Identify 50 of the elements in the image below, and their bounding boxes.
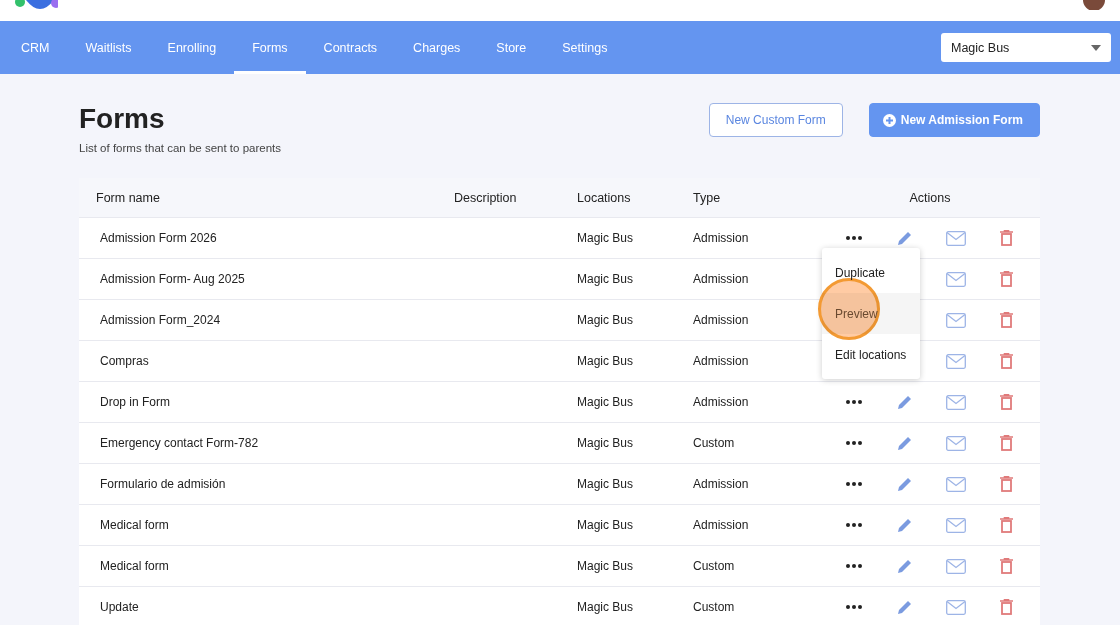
table-cell: Admission — [693, 231, 749, 245]
table-cell: Admission — [693, 395, 749, 409]
nav-tab[interactable]: Waitlists — [67, 21, 150, 74]
table-cell: Admission — [693, 313, 749, 327]
table-cell: Magic Bus — [577, 518, 634, 532]
table-cell: Admission Form 2026 — [100, 231, 217, 245]
column-header: Locations — [577, 190, 632, 205]
nav-tab[interactable]: Charges — [395, 21, 479, 74]
nav-tab[interactable]: Contracts — [305, 21, 396, 74]
table-cell: Magic Bus — [577, 559, 634, 573]
menu-item[interactable]: Edit locations — [822, 334, 920, 375]
nav-tab[interactable]: Settings — [544, 21, 626, 74]
table-cell: Compras — [100, 354, 149, 368]
nav-tab[interactable]: Enrolling — [149, 21, 235, 74]
menu-item[interactable]: Duplicate — [822, 252, 920, 293]
new-admission-form-button[interactable]: New Admission Form — [868, 103, 1040, 137]
table-cell: Medical form — [100, 559, 169, 573]
nav-tab[interactable]: CRM — [3, 21, 68, 74]
table-cell: Custom — [693, 600, 735, 614]
nav-tab[interactable]: Forms — [234, 21, 306, 74]
page-title: Forms — [79, 102, 166, 136]
table-cell: Admission — [693, 272, 749, 286]
table-cell: Magic Bus — [577, 395, 634, 409]
table-cell: Magic Bus — [577, 313, 634, 327]
table-cell: Admission Form_2024 — [100, 313, 221, 327]
table-cell: Admission — [693, 477, 749, 491]
table-cell: Formulario de admisión — [100, 477, 226, 491]
table-cell: Admission — [693, 518, 749, 532]
table-cell: Drop in Form — [100, 395, 170, 409]
column-header: Form name — [95, 190, 161, 205]
table-cell: Magic Bus — [577, 272, 634, 286]
table-cell: Admission — [693, 354, 749, 368]
column-header: Type — [693, 190, 722, 205]
table-cell: Magic Bus — [577, 231, 634, 245]
table-cell: Magic Bus — [577, 477, 634, 491]
page-subtitle: List of forms that can be sent to parents — [79, 142, 281, 154]
location-select[interactable]: Magic Bus — [941, 33, 1111, 62]
table-cell: Custom — [693, 559, 735, 573]
new-custom-form-button[interactable]: New Custom Form — [708, 103, 843, 137]
table-cell: Admission Form- Aug 2025 — [100, 272, 245, 286]
table-cell: Emergency contact Form-782 — [100, 436, 259, 450]
column-header: Description — [453, 190, 518, 205]
table-cell: Magic Bus — [577, 354, 634, 368]
nav-tab[interactable]: Store — [478, 21, 545, 74]
column-header: Actions — [908, 190, 952, 205]
table-cell: Magic Bus — [577, 600, 634, 614]
table-cell: Medical form — [100, 518, 169, 532]
table-cell: Update — [100, 600, 139, 614]
table-cell: Custom — [693, 436, 735, 450]
table-cell: Magic Bus — [577, 436, 634, 450]
